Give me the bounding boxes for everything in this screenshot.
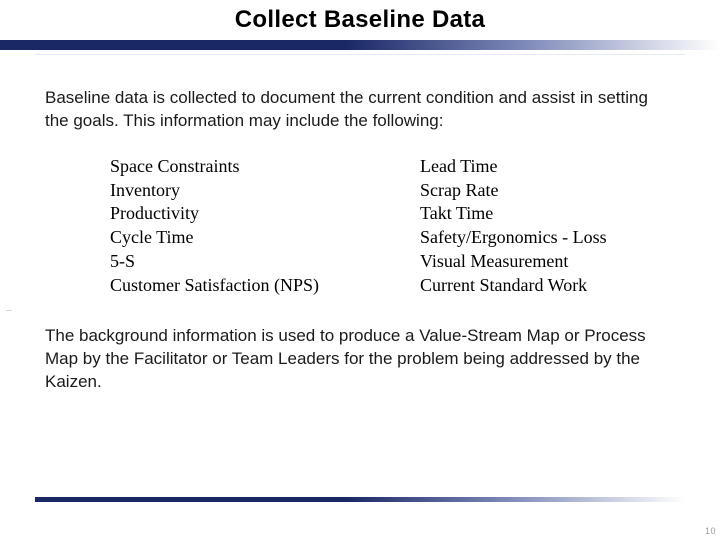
outro-paragraph: The background information is used to pr… [45,325,675,394]
title-underline-bar [0,40,720,50]
list-item: Inventory [110,179,420,203]
right-column: Lead Time Scrap Rate Takt Time Safety/Er… [420,155,607,298]
title-area: Collect Baseline Data [0,0,720,55]
list-item: Customer Satisfaction (NPS) [110,274,420,298]
intro-paragraph: Baseline data is collected to document t… [45,87,675,133]
list-item: 5-S [110,250,420,274]
list-item: Cycle Time [110,226,420,250]
content-area: Baseline data is collected to document t… [0,55,720,394]
list-item: Lead Time [420,155,607,179]
list-item: Current Standard Work [420,274,607,298]
left-column: Space Constraints Inventory Productivity… [110,155,420,298]
slide-title: Collect Baseline Data [0,6,720,34]
list-item: Visual Measurement [420,250,607,274]
list-item: Space Constraints [110,155,420,179]
list-item: Safety/Ergonomics - Loss [420,226,607,250]
decorative-dash [6,310,12,311]
two-column-list: Space Constraints Inventory Productivity… [45,155,675,298]
footer-bar [35,497,685,502]
slide: Collect Baseline Data Baseline data is c… [0,0,720,540]
list-item: Productivity [110,202,420,226]
page-number: 10 [705,526,716,536]
list-item: Takt Time [420,202,607,226]
list-item: Scrap Rate [420,179,607,203]
